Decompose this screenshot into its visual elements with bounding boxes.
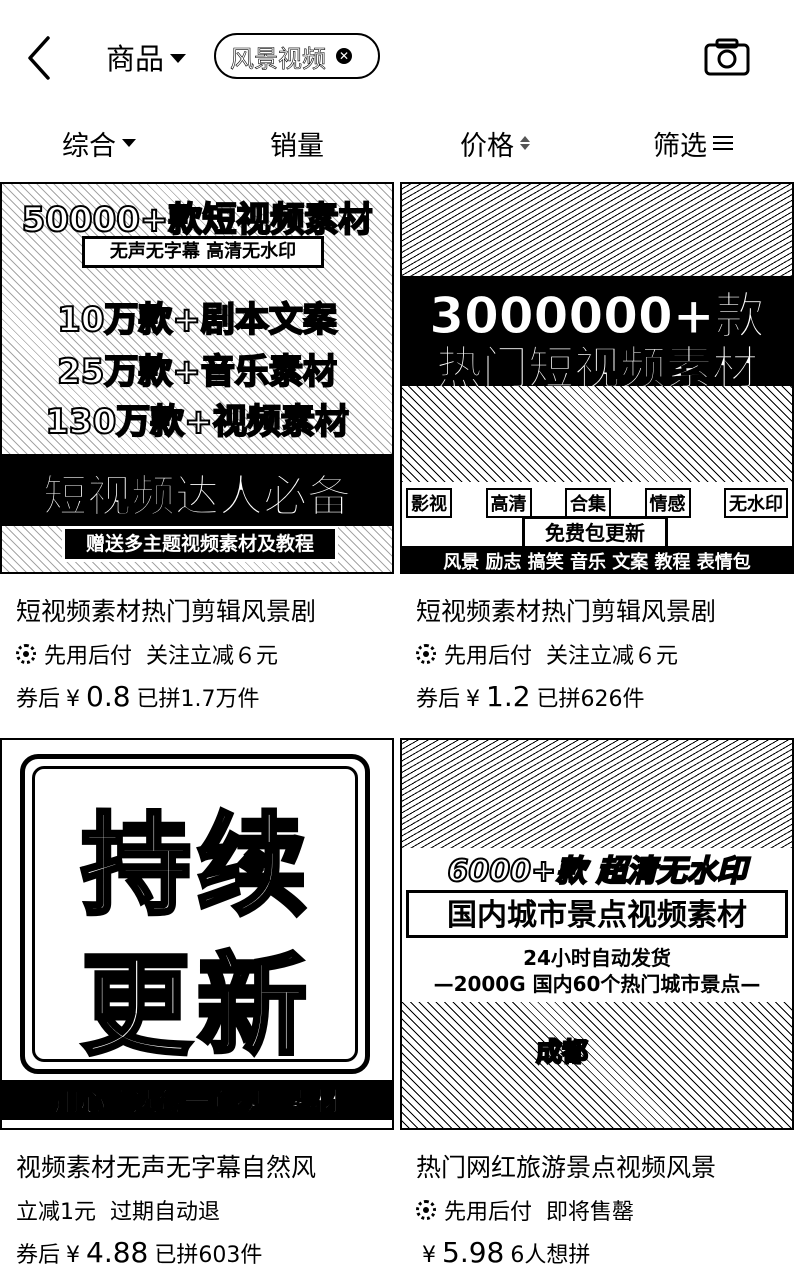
thumb-text: 50000+款短视频素材: [21, 199, 374, 241]
search-query-text: 风景视频: [230, 44, 327, 73]
promo-tag: 先用后付: [44, 644, 133, 669]
promo-row: 先用后付 关注立减６元: [16, 638, 278, 670]
thumb-text: 持续: [79, 800, 313, 932]
thumb-tags: 影视 高清 合集 情感 无水印: [406, 488, 788, 518]
thumb-tag: 高清: [485, 488, 532, 518]
sort-sales[interactable]: 销量: [198, 112, 396, 174]
product-card[interactable]: 3000000+款 热门短视频素材 影视 高清 合集 情感 无水印 免费包更新 …: [400, 182, 794, 722]
product-title[interactable]: 热门网红旅游景点视频风景: [416, 1148, 716, 1184]
currency-symbol: ¥: [66, 687, 81, 712]
sales-count: 已拼1.7万件: [136, 687, 260, 712]
category-label: 商品: [106, 42, 165, 76]
product-image[interactable]: 3000000+款 热门短视频素材 影视 高清 合集 情感 无水印 免费包更新 …: [400, 182, 794, 574]
product-card[interactable]: 50000+款短视频素材 无声无字幕 高清无水印 10万款+剧本文案 25万款+…: [0, 182, 396, 722]
category-dropdown[interactable]: 商品: [106, 36, 187, 78]
price-prefix: 券后: [16, 1243, 61, 1268]
clear-icon[interactable]: ✕: [336, 48, 352, 64]
sort-sales-label: 销量: [270, 130, 324, 162]
thumb-text: 无声无字幕 高清无水印: [82, 236, 324, 268]
currency-symbol: ¥: [422, 1243, 436, 1268]
currency-symbol: ¥: [66, 1243, 81, 1268]
promo-tag: 即将售罄: [546, 1200, 635, 1225]
price-value: 4.88: [86, 1236, 149, 1269]
promo-tag: 立减1元: [16, 1200, 96, 1225]
thumb-text: 130万款+视频素材: [44, 401, 349, 443]
thumb-text: 更新: [79, 940, 313, 1072]
price-prefix: 券后: [16, 687, 61, 712]
thumb-tag: 无水印: [724, 488, 788, 518]
thumb-tag: 影视: [406, 488, 452, 518]
promo-tag: 过期自动退: [110, 1200, 221, 1225]
sales-count: 已拼626件: [536, 687, 645, 712]
thumb-text: 成都: [535, 1037, 589, 1069]
promo-row: 先用后付 即将售罄: [416, 1194, 634, 1226]
pay-later-icon: [416, 644, 436, 664]
price-value: 0.8: [86, 680, 131, 713]
price-value: 1.2: [486, 680, 531, 713]
sort-updown-icon: [520, 136, 530, 150]
promo-tag: 关注立减６元: [146, 644, 279, 669]
promo-tag: 先用后付: [444, 644, 533, 669]
product-title[interactable]: 短视频素材热门剪辑风景剧: [416, 592, 716, 628]
sort-price-label: 价格: [460, 130, 514, 162]
thumb-text: 用心筛选每一套视频素材: [53, 1088, 340, 1119]
thumb-text: 免费包更新: [522, 516, 668, 550]
thumb-tag: 情感: [644, 488, 691, 518]
sales-count: 已拼603件: [154, 1243, 263, 1268]
product-title[interactable]: 视频素材无声无字幕自然风: [16, 1148, 316, 1184]
thumb-text: 24小时自动发货: [523, 946, 671, 970]
thumb-text: —2000G 国内60个热门城市景点—: [433, 972, 761, 996]
image-texture: [402, 740, 792, 848]
product-image[interactable]: 50000+款短视频素材 无声无字幕 高清无水印 10万款+剧本文案 25万款+…: [0, 182, 394, 574]
price-prefix: 券后: [416, 687, 461, 712]
thumb-tag: 合集: [565, 488, 611, 518]
sort-comprehensive-label: 综合: [62, 130, 116, 162]
filter-icon: [713, 136, 733, 150]
filter-label: 筛选: [653, 130, 707, 162]
product-card[interactable]: 6000+款 超清无水印 国内城市景点视频素材 24小时自动发货 —2000G …: [400, 738, 794, 1280]
pay-later-icon: [416, 1200, 436, 1220]
promo-row: 立减1元 过期自动退: [16, 1194, 220, 1226]
price-row: 券后 ¥ 0.8 已拼1.7万件: [16, 680, 260, 713]
product-title[interactable]: 短视频素材热门剪辑风景剧: [16, 592, 316, 628]
pay-later-icon: [16, 644, 36, 664]
thumb-text: 赠送多主题视频素材及教程: [62, 526, 338, 562]
thumb-text: 风景 励志 搞笑 音乐 文案 教程 表情包: [443, 552, 751, 573]
price-value: 5.98: [442, 1236, 505, 1269]
top-bar: 商品 风景视频 ✕: [0, 0, 794, 112]
product-card[interactable]: 持续 更新 用心筛选每一套视频素材 视频素材无声无字幕自然风 立减1元 过期自动…: [0, 738, 396, 1280]
thumb-text: 6000+款 超清无水印: [446, 853, 747, 890]
product-image[interactable]: 持续 更新 用心筛选每一套视频素材: [0, 738, 394, 1130]
thumb-text: 国内城市景点视频素材: [406, 890, 788, 938]
promo-row: 先用后付 关注立减６元: [416, 638, 678, 670]
sort-comprehensive[interactable]: 综合: [0, 112, 198, 174]
price-row: 券后 ¥ 1.2 已拼626件: [416, 680, 645, 713]
chevron-down-icon: [170, 53, 187, 63]
promo-tag: 关注立减６元: [546, 644, 679, 669]
thumb-text: 25万款+音乐素材: [56, 351, 338, 393]
image-texture: [402, 386, 792, 482]
promo-tag: 先用后付: [444, 1200, 533, 1225]
back-arrow-icon[interactable]: [22, 34, 62, 82]
sort-bar: 综合 销量 价格 筛选: [0, 112, 794, 174]
product-image[interactable]: 6000+款 超清无水印 国内城市景点视频素材 24小时自动发货 —2000G …: [400, 738, 794, 1130]
sort-price[interactable]: 价格: [396, 112, 594, 174]
chevron-down-icon: [122, 139, 136, 147]
price-row: 券后 ¥ 4.88 已拼603件: [16, 1236, 262, 1269]
thumb-text: 短视频达人必备: [43, 471, 352, 523]
image-texture: [402, 184, 792, 276]
search-query-chip[interactable]: 风景视频 ✕: [214, 33, 380, 79]
sales-count: 6人想拼: [510, 1243, 591, 1268]
thumb-text: 10万款+剧本文案: [56, 299, 338, 341]
camera-icon[interactable]: [704, 38, 750, 76]
price-row: ¥ 5.98 6人想拼: [416, 1236, 590, 1269]
filter-button[interactable]: 筛选: [594, 112, 792, 174]
currency-symbol: ¥: [466, 687, 481, 712]
